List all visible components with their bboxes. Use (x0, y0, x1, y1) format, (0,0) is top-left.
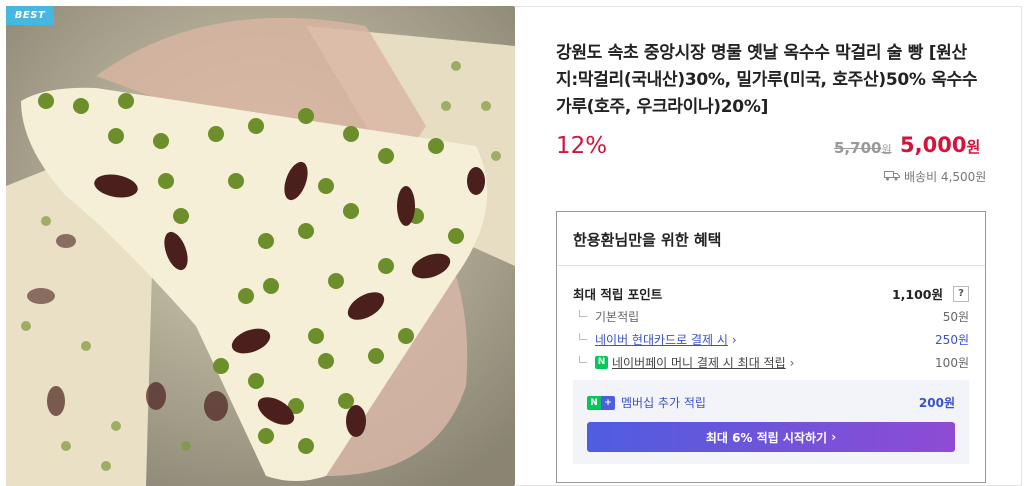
membership-value: 200원 (918, 396, 955, 410)
tree-branch-icon (579, 333, 587, 340)
sale-price: 5,000원 (900, 133, 980, 157)
benefit-box: 한용환님만을 위한 혜택 최대 적립 포인트 1,100원? 기본적립 50원 … (556, 211, 986, 483)
shipping-text: 배송비 4,500원 (904, 170, 987, 184)
basic-points-value: 50원 (942, 310, 969, 324)
shipping-info: 배송비 4,500원 (884, 168, 986, 185)
chevron-right-icon: › (789, 355, 795, 370)
benefit-title: 한용환님만을 위한 혜택 (573, 231, 722, 249)
card-points-row[interactable]: 네이버 현대카드로 결제 시 › 250원 (573, 331, 969, 348)
start-membership-button[interactable]: 최대 6% 적립 시작하기 › (587, 422, 955, 452)
tree-branch-icon (579, 310, 587, 317)
product-title: 강원도 속초 중앙시장 명물 옛날 옥수수 막걸리 술 빵 [원산지:막걸리(국… (556, 43, 978, 117)
divider (557, 265, 985, 266)
naver-plus-icon: N + (587, 395, 615, 410)
max-points-row: 최대 적립 포인트 1,100원? (573, 284, 969, 303)
naver-pay-icon: N (595, 356, 608, 369)
start-membership-label: 최대 6% 적립 시작하기 (705, 430, 828, 445)
discount-rate: 12% (556, 133, 608, 159)
chevron-right-icon: › (731, 332, 737, 347)
max-points-value: 1,100원 (891, 287, 943, 302)
original-price: 5,700원 (834, 139, 892, 157)
membership-row: N + 멤버십 추가 적립 200원 (587, 394, 955, 411)
npay-points-row[interactable]: N 네이버페이 머니 결제 시 최대 적립 › 100원 (573, 354, 969, 371)
membership-label: 멤버십 추가 적립 (621, 396, 706, 410)
card-points-link[interactable]: 네이버 현대카드로 결제 시 (595, 331, 728, 348)
original-price-unit: 원 (881, 143, 892, 156)
basic-points-row: 기본적립 50원 (573, 308, 969, 325)
membership-box: N + 멤버십 추가 적립 200원 최대 6% 적립 시작하기 › (573, 380, 969, 464)
sale-price-value: 5,000 (900, 133, 967, 157)
help-icon[interactable]: ? (953, 285, 969, 302)
best-badge: BEST (6, 6, 54, 25)
npay-points-value: 100원 (935, 356, 969, 370)
basic-points-label: 기본적립 (595, 310, 640, 324)
original-price-value: 5,700 (834, 139, 882, 157)
npay-points-link[interactable]: 네이버페이 머니 결제 시 최대 적립 (612, 354, 786, 371)
max-points-label: 최대 적립 포인트 (573, 287, 663, 302)
sale-price-unit: 원 (966, 138, 981, 156)
truck-icon (884, 170, 900, 184)
chevron-right-icon: › (827, 430, 837, 444)
product-image[interactable] (6, 6, 515, 486)
card-points-value: 250원 (935, 333, 969, 347)
tree-branch-icon (579, 356, 587, 363)
